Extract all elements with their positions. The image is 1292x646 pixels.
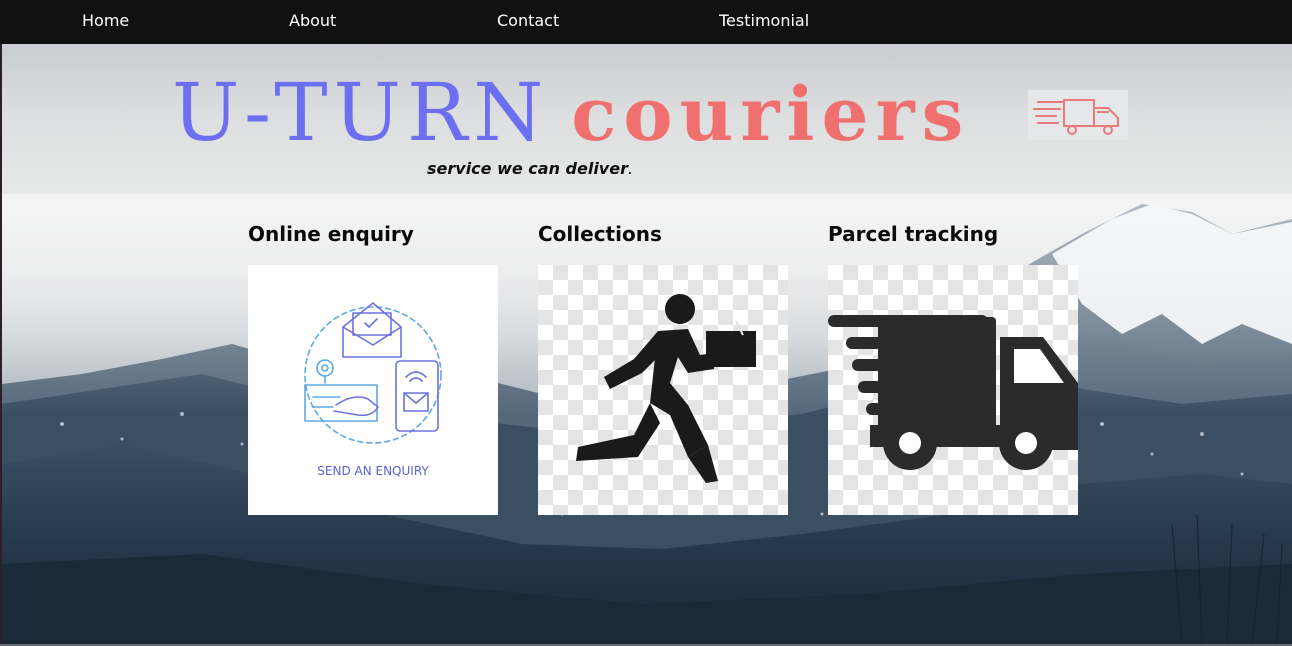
brand-part-uturn: U-TURN [172, 66, 550, 159]
tracking-image[interactable] [828, 265, 1078, 515]
send-enquiry-image[interactable]: SEND AN ENQUIRY [248, 265, 498, 515]
courier-running-icon [576, 294, 756, 483]
card-collections[interactable]: Collections [538, 222, 788, 515]
delivery-truck-icon [1028, 90, 1128, 140]
tagline-text: service we can deliver [427, 159, 628, 178]
nav-contact-link[interactable]: Contact [497, 11, 559, 31]
card-title: Parcel tracking [828, 222, 999, 246]
delivery-truck-icon [828, 315, 1078, 470]
card-parcel-tracking[interactable]: Parcel tracking [828, 222, 1078, 515]
brand-part-couriers: couriers [571, 72, 971, 158]
send-enquiry-caption: SEND AN ENQUIRY [317, 464, 429, 478]
card-title: Online enquiry [248, 222, 414, 246]
nav-testimonial-link[interactable]: Testimonial [719, 11, 809, 31]
nav-home-link[interactable]: Home [82, 11, 129, 31]
top-nav: Home About Contact Testimonial [0, 0, 1292, 44]
tagline: service we can deliver. [427, 159, 633, 178]
courier-image[interactable] [538, 265, 788, 515]
brand-title: U-TURN couriers [172, 66, 970, 159]
card-online-enquiry[interactable]: Online enquiry SEND AN ENQUIRY [248, 222, 498, 515]
left-edge [0, 44, 2, 644]
card-title: Collections [538, 222, 662, 246]
tagline-period: . [627, 159, 634, 178]
nav-about-link[interactable]: About [289, 11, 336, 31]
